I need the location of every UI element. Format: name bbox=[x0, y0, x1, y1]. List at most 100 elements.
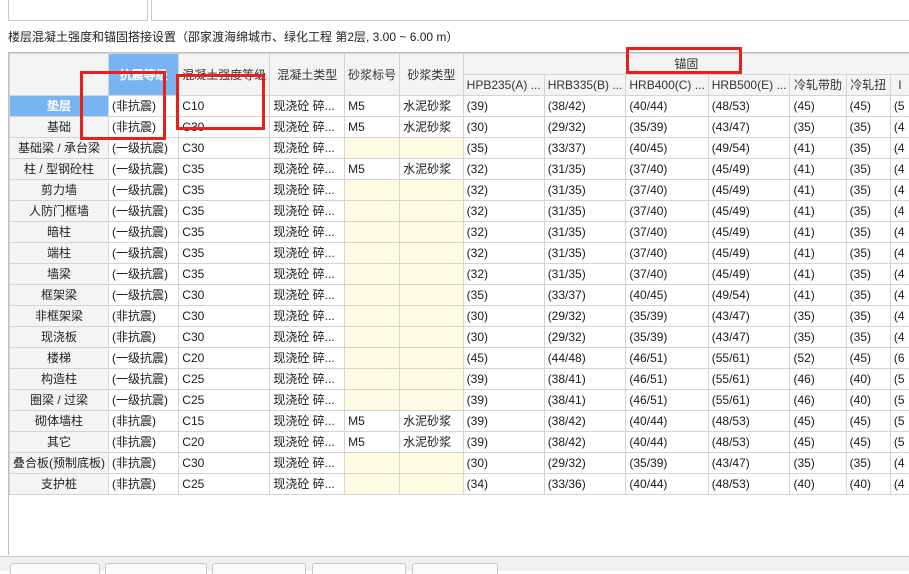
cell-hpb235[interactable]: (30) bbox=[463, 453, 544, 474]
cell-hrb500[interactable]: (48/53) bbox=[708, 96, 790, 117]
cell-mortar-type[interactable] bbox=[400, 453, 464, 474]
cell-hrb500[interactable]: (45/49) bbox=[708, 159, 790, 180]
cell-cold-twisted[interactable]: (35) bbox=[846, 159, 890, 180]
cell-cold-ribbed[interactable]: (46) bbox=[790, 369, 846, 390]
cell-cold-twisted[interactable]: (40) bbox=[846, 474, 890, 495]
bottom-button-3[interactable] bbox=[212, 563, 306, 574]
cell-mortar-type[interactable]: 水泥砂浆 bbox=[400, 432, 464, 453]
cell-extra[interactable]: (4 bbox=[890, 474, 909, 495]
cell-concrete-type[interactable]: 现浇砼 碎... bbox=[270, 222, 345, 243]
cell-hrb335[interactable]: (31/35) bbox=[544, 264, 626, 285]
cell-mortar-type[interactable]: 水泥砂浆 bbox=[400, 96, 464, 117]
cell-hpb235[interactable]: (45) bbox=[463, 348, 544, 369]
cell-hpb235[interactable]: (30) bbox=[463, 306, 544, 327]
cell-hrb400[interactable]: (37/40) bbox=[626, 180, 708, 201]
header-mortar-type[interactable]: 砂浆类型 bbox=[400, 54, 464, 96]
cell-seismic-grade[interactable]: (非抗震) bbox=[109, 96, 179, 117]
cell-mortar-type[interactable]: 水泥砂浆 bbox=[400, 411, 464, 432]
row-header[interactable]: 支护桩 bbox=[10, 474, 109, 495]
cell-cold-ribbed[interactable]: (46) bbox=[790, 390, 846, 411]
cell-concrete-type[interactable]: 现浇砼 碎... bbox=[270, 432, 345, 453]
cell-extra[interactable]: (5 bbox=[890, 432, 909, 453]
cell-extra[interactable]: (4 bbox=[890, 222, 909, 243]
cell-hrb400[interactable]: (40/44) bbox=[626, 432, 708, 453]
row-header[interactable]: 砌体墙柱 bbox=[10, 411, 109, 432]
cell-cold-ribbed[interactable]: (41) bbox=[790, 264, 846, 285]
cell-mortar-grade[interactable] bbox=[345, 369, 400, 390]
cell-cold-ribbed[interactable]: (35) bbox=[790, 327, 846, 348]
cell-mortar-type[interactable] bbox=[400, 348, 464, 369]
cell-hpb235[interactable]: (34) bbox=[463, 474, 544, 495]
cell-concrete-type[interactable]: 现浇砼 碎... bbox=[270, 180, 345, 201]
cell-hrb500[interactable]: (48/53) bbox=[708, 474, 790, 495]
cell-seismic-grade[interactable]: (一级抗震) bbox=[109, 348, 179, 369]
cell-hrb500[interactable]: (43/47) bbox=[708, 453, 790, 474]
cell-cold-ribbed[interactable]: (45) bbox=[790, 432, 846, 453]
cell-extra[interactable]: (5 bbox=[890, 411, 909, 432]
row-header[interactable]: 叠合板(预制底板) bbox=[10, 453, 109, 474]
cell-hrb335[interactable]: (33/36) bbox=[544, 474, 626, 495]
cell-concrete-grade[interactable]: C25 bbox=[179, 390, 270, 411]
cell-concrete-grade[interactable]: C20 bbox=[179, 348, 270, 369]
cell-hrb400[interactable]: (40/44) bbox=[626, 411, 708, 432]
cell-mortar-type[interactable] bbox=[400, 201, 464, 222]
row-header[interactable]: 人防门框墙 bbox=[10, 201, 109, 222]
cell-hrb400[interactable]: (40/44) bbox=[626, 96, 708, 117]
header-hrb500[interactable]: HRB500(E) ... bbox=[708, 75, 790, 96]
cell-cold-twisted[interactable]: (35) bbox=[846, 117, 890, 138]
cell-mortar-grade[interactable]: M5 bbox=[345, 117, 400, 138]
cell-concrete-type[interactable]: 现浇砼 碎... bbox=[270, 474, 345, 495]
cell-hpb235[interactable]: (32) bbox=[463, 159, 544, 180]
bottom-button-4[interactable] bbox=[312, 563, 406, 574]
row-header[interactable]: 其它 bbox=[10, 432, 109, 453]
cell-mortar-type[interactable] bbox=[400, 243, 464, 264]
cell-mortar-type[interactable] bbox=[400, 222, 464, 243]
cell-extra[interactable]: (4 bbox=[890, 159, 909, 180]
header-cold-ribbed[interactable]: 冷轧带肋 bbox=[790, 75, 846, 96]
header-seismic-grade[interactable]: 抗震等级 bbox=[109, 54, 179, 96]
row-header[interactable]: 楼梯 bbox=[10, 348, 109, 369]
cell-seismic-grade[interactable]: (非抗震) bbox=[109, 453, 179, 474]
cell-hrb335[interactable]: (31/35) bbox=[544, 201, 626, 222]
cell-cold-twisted[interactable]: (35) bbox=[846, 306, 890, 327]
cell-hrb335[interactable]: (29/32) bbox=[544, 117, 626, 138]
cell-seismic-grade[interactable]: (一级抗震) bbox=[109, 390, 179, 411]
cell-concrete-type[interactable]: 现浇砼 碎... bbox=[270, 285, 345, 306]
cell-mortar-grade[interactable] bbox=[345, 138, 400, 159]
row-header[interactable]: 垫层 bbox=[10, 96, 109, 117]
cell-cold-twisted[interactable]: (35) bbox=[846, 327, 890, 348]
cell-hrb500[interactable]: (49/54) bbox=[708, 138, 790, 159]
cell-cold-ribbed[interactable]: (41) bbox=[790, 285, 846, 306]
cell-extra[interactable]: (4 bbox=[890, 285, 909, 306]
row-header[interactable]: 基础梁 / 承台梁 bbox=[10, 138, 109, 159]
cell-hpb235[interactable]: (32) bbox=[463, 201, 544, 222]
cell-hrb400[interactable]: (46/51) bbox=[626, 369, 708, 390]
cell-mortar-grade[interactable] bbox=[345, 474, 400, 495]
cell-hrb335[interactable]: (31/35) bbox=[544, 159, 626, 180]
cell-mortar-type[interactable] bbox=[400, 306, 464, 327]
cell-concrete-grade[interactable]: C25 bbox=[179, 474, 270, 495]
cell-cold-twisted[interactable]: (35) bbox=[846, 138, 890, 159]
bottom-button-2[interactable] bbox=[105, 563, 207, 574]
cell-concrete-type[interactable]: 现浇砼 碎... bbox=[270, 306, 345, 327]
header-concrete-grade[interactable]: 混凝土强度等级 bbox=[179, 54, 270, 96]
cell-mortar-type[interactable] bbox=[400, 180, 464, 201]
cell-mortar-type[interactable] bbox=[400, 474, 464, 495]
cell-hpb235[interactable]: (32) bbox=[463, 222, 544, 243]
cell-concrete-type[interactable]: 现浇砼 碎... bbox=[270, 369, 345, 390]
cell-hpb235[interactable]: (35) bbox=[463, 285, 544, 306]
cell-mortar-grade[interactable] bbox=[345, 222, 400, 243]
cell-mortar-type[interactable] bbox=[400, 138, 464, 159]
cell-concrete-type[interactable]: 现浇砼 碎... bbox=[270, 96, 345, 117]
row-header[interactable]: 柱 / 型钢砼柱 bbox=[10, 159, 109, 180]
cell-concrete-type[interactable]: 现浇砼 碎... bbox=[270, 138, 345, 159]
header-cold-twisted[interactable]: 冷轧扭 bbox=[846, 75, 890, 96]
cell-mortar-type[interactable] bbox=[400, 327, 464, 348]
cell-hrb400[interactable]: (40/45) bbox=[626, 138, 708, 159]
cell-hpb235[interactable]: (39) bbox=[463, 411, 544, 432]
cell-cold-ribbed[interactable]: (41) bbox=[790, 222, 846, 243]
cell-concrete-grade[interactable]: C35 bbox=[179, 222, 270, 243]
cell-extra[interactable]: (5 bbox=[890, 390, 909, 411]
bottom-button-1[interactable] bbox=[10, 563, 100, 574]
cell-concrete-grade[interactable]: C30 bbox=[179, 138, 270, 159]
